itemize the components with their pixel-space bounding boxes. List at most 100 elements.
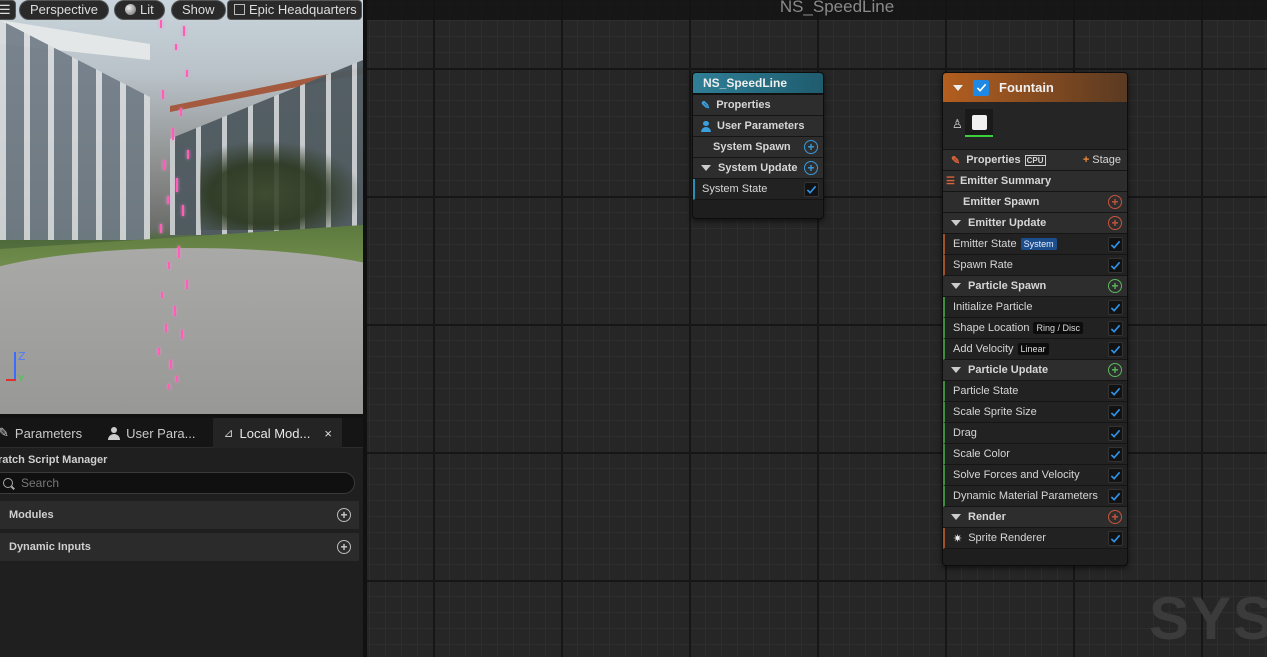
module-checkbox[interactable] (1108, 383, 1123, 399)
search-input[interactable] (21, 476, 321, 490)
add-stage-button[interactable]: + Stage (1083, 154, 1121, 166)
graph-title: NS_SpeedLine (367, 0, 1267, 17)
panel-tabs: ✎ Parameters User Para... ⊿ Local Mod...… (0, 418, 363, 448)
system-overview-graph[interactable]: NS_SpeedLine SYS NS_SpeedLine ✎ Properti… (363, 0, 1267, 657)
local-modules-icon: ⊿ (223, 426, 234, 440)
add-dynamic-input-button[interactable]: + (337, 540, 351, 554)
sprite-renderer-checkbox[interactable] (1108, 530, 1123, 546)
spawn-rate-checkbox[interactable] (1108, 257, 1123, 273)
collapse-arrow-icon[interactable] (951, 514, 961, 520)
add-module-button[interactable]: + (337, 508, 351, 522)
render-label: Render (968, 511, 1006, 523)
add-particle-spawn-button[interactable]: + (1108, 279, 1122, 293)
module-checkbox[interactable] (1108, 488, 1123, 504)
modules-label: Modules (9, 509, 54, 521)
sprite-renderer-row[interactable]: ✷ Sprite Renderer (943, 528, 1127, 549)
system-state-checkbox[interactable] (804, 181, 819, 197)
check-icon (1110, 534, 1121, 543)
emitter-update-label: Emitter Update (968, 217, 1047, 229)
emitter-properties-row[interactable]: ✎ Properties CPU + Stage (943, 150, 1127, 171)
lit-button[interactable]: Lit (114, 0, 165, 20)
module-row[interactable]: Dynamic Material Parameters (943, 486, 1127, 507)
module-row[interactable]: Scale Sprite Size (943, 402, 1127, 423)
collapse-arrow-icon[interactable] (951, 283, 961, 289)
add-particle-update-button[interactable]: + (1108, 363, 1122, 377)
tab-user-parameters[interactable]: User Para... (92, 418, 205, 448)
axis-x-line (6, 379, 16, 381)
collapse-arrow-icon[interactable] (951, 367, 961, 373)
user-parameters-row[interactable]: User Parameters (693, 116, 823, 137)
particle-spark (175, 44, 177, 50)
search-icon (3, 478, 15, 490)
add-velocity-label: Add Velocity (953, 343, 1014, 355)
emitter-state-label: Emitter State (953, 238, 1017, 250)
module-checkbox[interactable] (1108, 404, 1123, 420)
close-tab-icon[interactable]: × (324, 426, 332, 441)
emitter-update-row[interactable]: Emitter Update + (943, 213, 1127, 234)
emitter-state-checkbox[interactable] (1108, 236, 1123, 252)
add-renderer-button[interactable]: + (1108, 510, 1122, 524)
system-node-title[interactable]: NS_SpeedLine (693, 73, 823, 95)
scratch-script-manager-title: ratch Script Manager (0, 454, 108, 466)
module-label: Scale Color (953, 448, 1010, 460)
shape-location-checkbox[interactable] (1108, 320, 1123, 336)
collapse-arrow-icon[interactable] (953, 84, 963, 91)
particle-spark (168, 262, 170, 269)
add-velocity-checkbox[interactable] (1108, 341, 1123, 357)
module-checkbox[interactable] (1108, 446, 1123, 462)
add-system-update-button[interactable]: + (804, 161, 818, 175)
level-viewport[interactable]: ☰ Perspective Lit Show Epic Headquarters… (0, 0, 363, 414)
dynamic-inputs-section[interactable]: Dynamic Inputs + (0, 533, 359, 561)
modules-section[interactable]: Modules + (0, 501, 359, 529)
check-icon (1110, 450, 1121, 459)
initialize-particle-row[interactable]: Initialize Particle (943, 297, 1127, 318)
system-state-row[interactable]: System State (693, 179, 823, 200)
module-checkbox[interactable] (1108, 467, 1123, 483)
emitter-thumbnail[interactable] (965, 109, 993, 137)
spawn-rate-row[interactable]: Spawn Rate (943, 255, 1127, 276)
emitter-node[interactable]: Fountain ♙ ✎ Properties CPU + Stage ☰ Emi… (942, 72, 1128, 566)
emitter-summary-row[interactable]: ☰ Emitter Summary (943, 171, 1127, 192)
module-checkbox[interactable] (1108, 425, 1123, 441)
check-icon (1110, 324, 1121, 333)
emitter-state-row[interactable]: Emitter State System (943, 234, 1127, 255)
emitter-node-title-bar[interactable]: Fountain (943, 73, 1127, 102)
module-row[interactable]: Drag (943, 423, 1127, 444)
tab-parameters[interactable]: ✎ Parameters (0, 418, 92, 448)
show-button[interactable]: Show (171, 0, 226, 20)
shape-location-row[interactable]: Shape Location Ring / Disc (943, 318, 1127, 339)
system-node[interactable]: NS_SpeedLine ✎ Properties User Parameter… (692, 72, 824, 219)
emitter-icon: ♙ (952, 117, 963, 131)
add-velocity-row[interactable]: Add Velocity Linear (943, 339, 1127, 360)
collapse-arrow-icon[interactable] (701, 165, 711, 171)
check-icon (1110, 387, 1121, 396)
viewport-menu-button[interactable]: ☰ (0, 0, 16, 20)
particle-spark (187, 150, 189, 159)
module-row[interactable]: Solve Forces and Velocity (943, 465, 1127, 486)
initialize-particle-checkbox[interactable] (1108, 299, 1123, 315)
add-system-spawn-button[interactable]: + (804, 140, 818, 154)
system-update-row[interactable]: System Update + (693, 158, 823, 179)
emitter-spawn-row[interactable]: Emitter Spawn + (943, 192, 1127, 213)
module-row[interactable]: Particle State (943, 381, 1127, 402)
tab-local-modules[interactable]: ⊿ Local Mod... × (213, 418, 342, 448)
particle-spark (158, 348, 160, 355)
add-emitter-update-button[interactable]: + (1108, 216, 1122, 230)
render-row[interactable]: Render + (943, 507, 1127, 528)
system-spawn-row[interactable]: System Spawn + (693, 137, 823, 158)
particle-update-row[interactable]: Particle Update + (943, 360, 1127, 381)
emitter-enabled-checkbox[interactable] (973, 79, 989, 96)
particle-spawn-row[interactable]: Particle Spawn + (943, 276, 1127, 297)
particle-spark (160, 20, 162, 28)
system-properties-row[interactable]: ✎ Properties (693, 95, 823, 116)
search-box[interactable] (0, 472, 355, 494)
module-row[interactable]: Scale Color (943, 444, 1127, 465)
list-icon: ☰ (946, 175, 955, 187)
system-spawn-label: System Spawn (713, 141, 791, 153)
perspective-button[interactable]: Perspective (19, 0, 109, 20)
check-icon (1110, 471, 1121, 480)
add-stage-label: Stage (1092, 154, 1121, 166)
add-emitter-spawn-button[interactable]: + (1108, 195, 1122, 209)
preview-scene-button[interactable]: Epic Headquarters (227, 0, 362, 20)
collapse-arrow-icon[interactable] (951, 220, 961, 226)
